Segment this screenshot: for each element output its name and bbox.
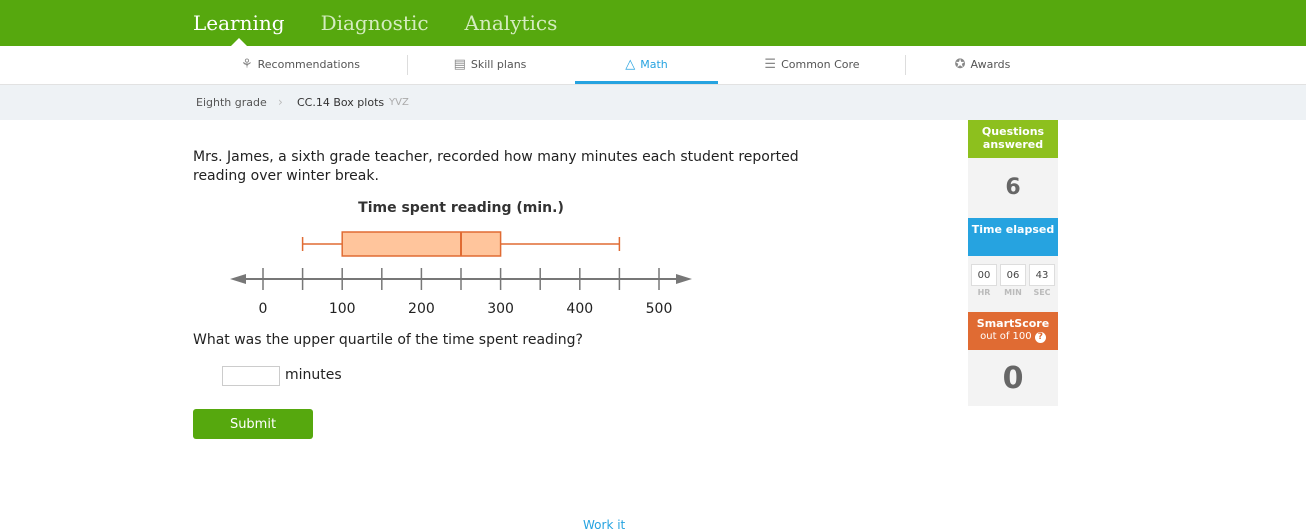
tab-common-core[interactable]: ☰ Common Core [752, 46, 872, 84]
smartscore-sub-label: out of 100 [980, 331, 1032, 342]
axis-arrow-left [230, 274, 246, 284]
tab-awards[interactable]: ✪ Awards [940, 46, 1025, 84]
question-text: Mrs. James, a sixth grade teacher, recor… [193, 149, 799, 184]
tick-label: 500 [646, 301, 673, 317]
top-bar: Learning Diagnostic Analytics [0, 0, 1306, 46]
divider [407, 55, 408, 75]
submit-button[interactable]: Submit [193, 409, 313, 439]
answer-input[interactable] [222, 366, 280, 386]
tick-label: 100 [329, 301, 356, 317]
tab-skill-plans[interactable]: ▤ Skill plans [440, 46, 540, 84]
axis-arrow-right [676, 274, 692, 284]
tab-label: Awards [970, 58, 1011, 71]
help-icon[interactable]: ? [1034, 332, 1046, 343]
breadcrumb-skill: CC.14 Box plots [297, 96, 385, 109]
math-icon: △ [625, 57, 636, 72]
recommendations-icon: ⚘ [240, 57, 253, 72]
top-nav-analytics[interactable]: Analytics [465, 0, 558, 46]
tab-label: Math [640, 58, 668, 71]
common-core-icon: ☰ [764, 57, 777, 72]
smartscore-sub: out of 100 ? [970, 330, 1056, 343]
breadcrumb: Eighth grade › CC.14 Box plots YVZ [0, 85, 1306, 120]
timer-seconds-label: SEC [1033, 288, 1051, 297]
chevron-right-icon: › [278, 95, 283, 109]
awards-icon: ✪ [954, 57, 966, 72]
tab-label: Common Core [781, 58, 860, 71]
question-prompt: What was the upper quartile of the time … [193, 332, 583, 348]
skill-plans-icon: ▤ [453, 57, 466, 72]
tab-label: Recommendations [257, 58, 361, 71]
tick-label: 200 [408, 301, 435, 317]
box-plot: 0 100 200 300 400 500 [230, 231, 692, 317]
questions-answered-value: 6 [968, 158, 1058, 218]
smartscore-label: SmartScore [976, 317, 1050, 330]
breadcrumb-grade[interactable]: Eighth grade [196, 85, 267, 120]
divider [905, 55, 906, 75]
answer-unit: minutes [285, 367, 342, 383]
sub-nav: ⚘ Recommendations ▤ Skill plans △ Math ☰ Com… [0, 46, 1306, 85]
chart-title: Time spent reading (min.) [358, 200, 564, 216]
questions-answered-label: Questions answered [968, 120, 1058, 158]
top-nav-diagnostic[interactable]: Diagnostic [321, 0, 429, 46]
timer-hours: 00 [971, 264, 997, 286]
smartscore-header: SmartScore out of 100 ? [968, 312, 1058, 350]
tick-label: 0 [259, 301, 268, 317]
tab-label: Skill plans [470, 58, 527, 71]
smartscore-value: 0 [968, 350, 1058, 406]
top-nav: Learning Diagnostic Analytics [193, 0, 593, 46]
timer-minutes: 06 [1000, 264, 1026, 286]
tick-label: 400 [566, 301, 593, 317]
timer-minutes-label: MIN [1004, 288, 1022, 297]
top-nav-learning[interactable]: Learning [193, 0, 285, 46]
stats-sidebar: Questions answered 6 Time elapsed 00 HR … [968, 120, 1058, 406]
timer-hours-label: HR [977, 288, 991, 297]
tick-label: 300 [487, 301, 514, 317]
footer-link[interactable]: Work it [583, 518, 625, 532]
tab-recommendations[interactable]: ⚘ Recommendations [228, 46, 373, 84]
skill-code: YVZ [389, 97, 409, 108]
tab-math[interactable]: △ Math [575, 46, 718, 84]
box-iqr [341, 231, 502, 257]
time-elapsed-label: Time elapsed [968, 218, 1058, 256]
timer: 00 HR 06 MIN 43 SEC [968, 256, 1058, 312]
timer-seconds: 43 [1029, 264, 1055, 286]
